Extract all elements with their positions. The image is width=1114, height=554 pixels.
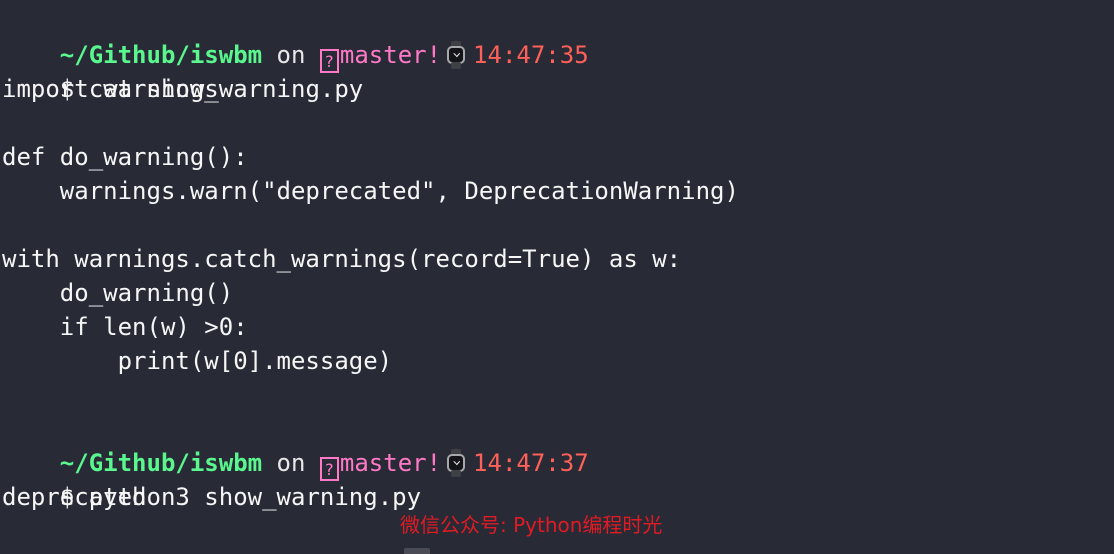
file-line-text: do_warning() — [2, 279, 234, 307]
prompt-branch: master! — [339, 41, 442, 69]
file-line-text: def do_warning(): — [2, 143, 248, 171]
file-line-text: import warnings — [2, 75, 219, 103]
git-branch-icon: ? — [319, 49, 339, 73]
file-content-line: do_warning() — [0, 276, 1114, 310]
prompt-path: ~/Github/iswbm — [59, 449, 263, 477]
prompt-line-2: ~/Github/iswbm on ? master! 14:47:37 — [0, 412, 1114, 481]
prompt-line-1: ~/Github/iswbm on ? master! 14:47:35 — [0, 4, 1114, 73]
prompt-path: ~/Github/iswbm — [59, 41, 263, 69]
file-line-text: print(w[0].message) — [2, 347, 393, 375]
bottom-artifact — [404, 548, 430, 554]
prompt-time: 14:47:37 — [473, 449, 589, 477]
watch-icon — [445, 41, 467, 69]
prompt-on-word: on — [262, 449, 320, 477]
watch-icon — [445, 449, 467, 477]
file-content-line: print(w[0].message) — [0, 344, 1114, 378]
prompt-on-word: on — [262, 41, 320, 69]
git-branch-icon: ? — [319, 457, 339, 481]
file-content-line — [0, 208, 1114, 242]
prompt-time: 14:47:35 — [473, 41, 589, 69]
file-line-text: warnings.warn("deprecated", DeprecationW… — [2, 177, 739, 205]
file-content-line: def do_warning(): — [0, 140, 1114, 174]
file-content-line — [0, 106, 1114, 140]
file-content-line: if len(w) >0: — [0, 310, 1114, 344]
watermark: 微信公众号: Python编程时光 — [400, 513, 663, 537]
prompt-branch: master! — [339, 449, 442, 477]
file-content-line: warnings.warn("deprecated", DeprecationW… — [0, 174, 1114, 208]
terminal-window[interactable]: ~/Github/iswbm on ? master! 14:47:35 $ cat… — [0, 0, 1114, 554]
file-content-line: with warnings.catch_warnings(record=True… — [0, 242, 1114, 276]
file-line-text: if len(w) >0: — [2, 313, 248, 341]
file-line-text: with warnings.catch_warnings(record=True… — [2, 245, 682, 273]
output-text: deprecated — [2, 483, 147, 511]
file-content-line: import warnings — [0, 72, 1114, 106]
